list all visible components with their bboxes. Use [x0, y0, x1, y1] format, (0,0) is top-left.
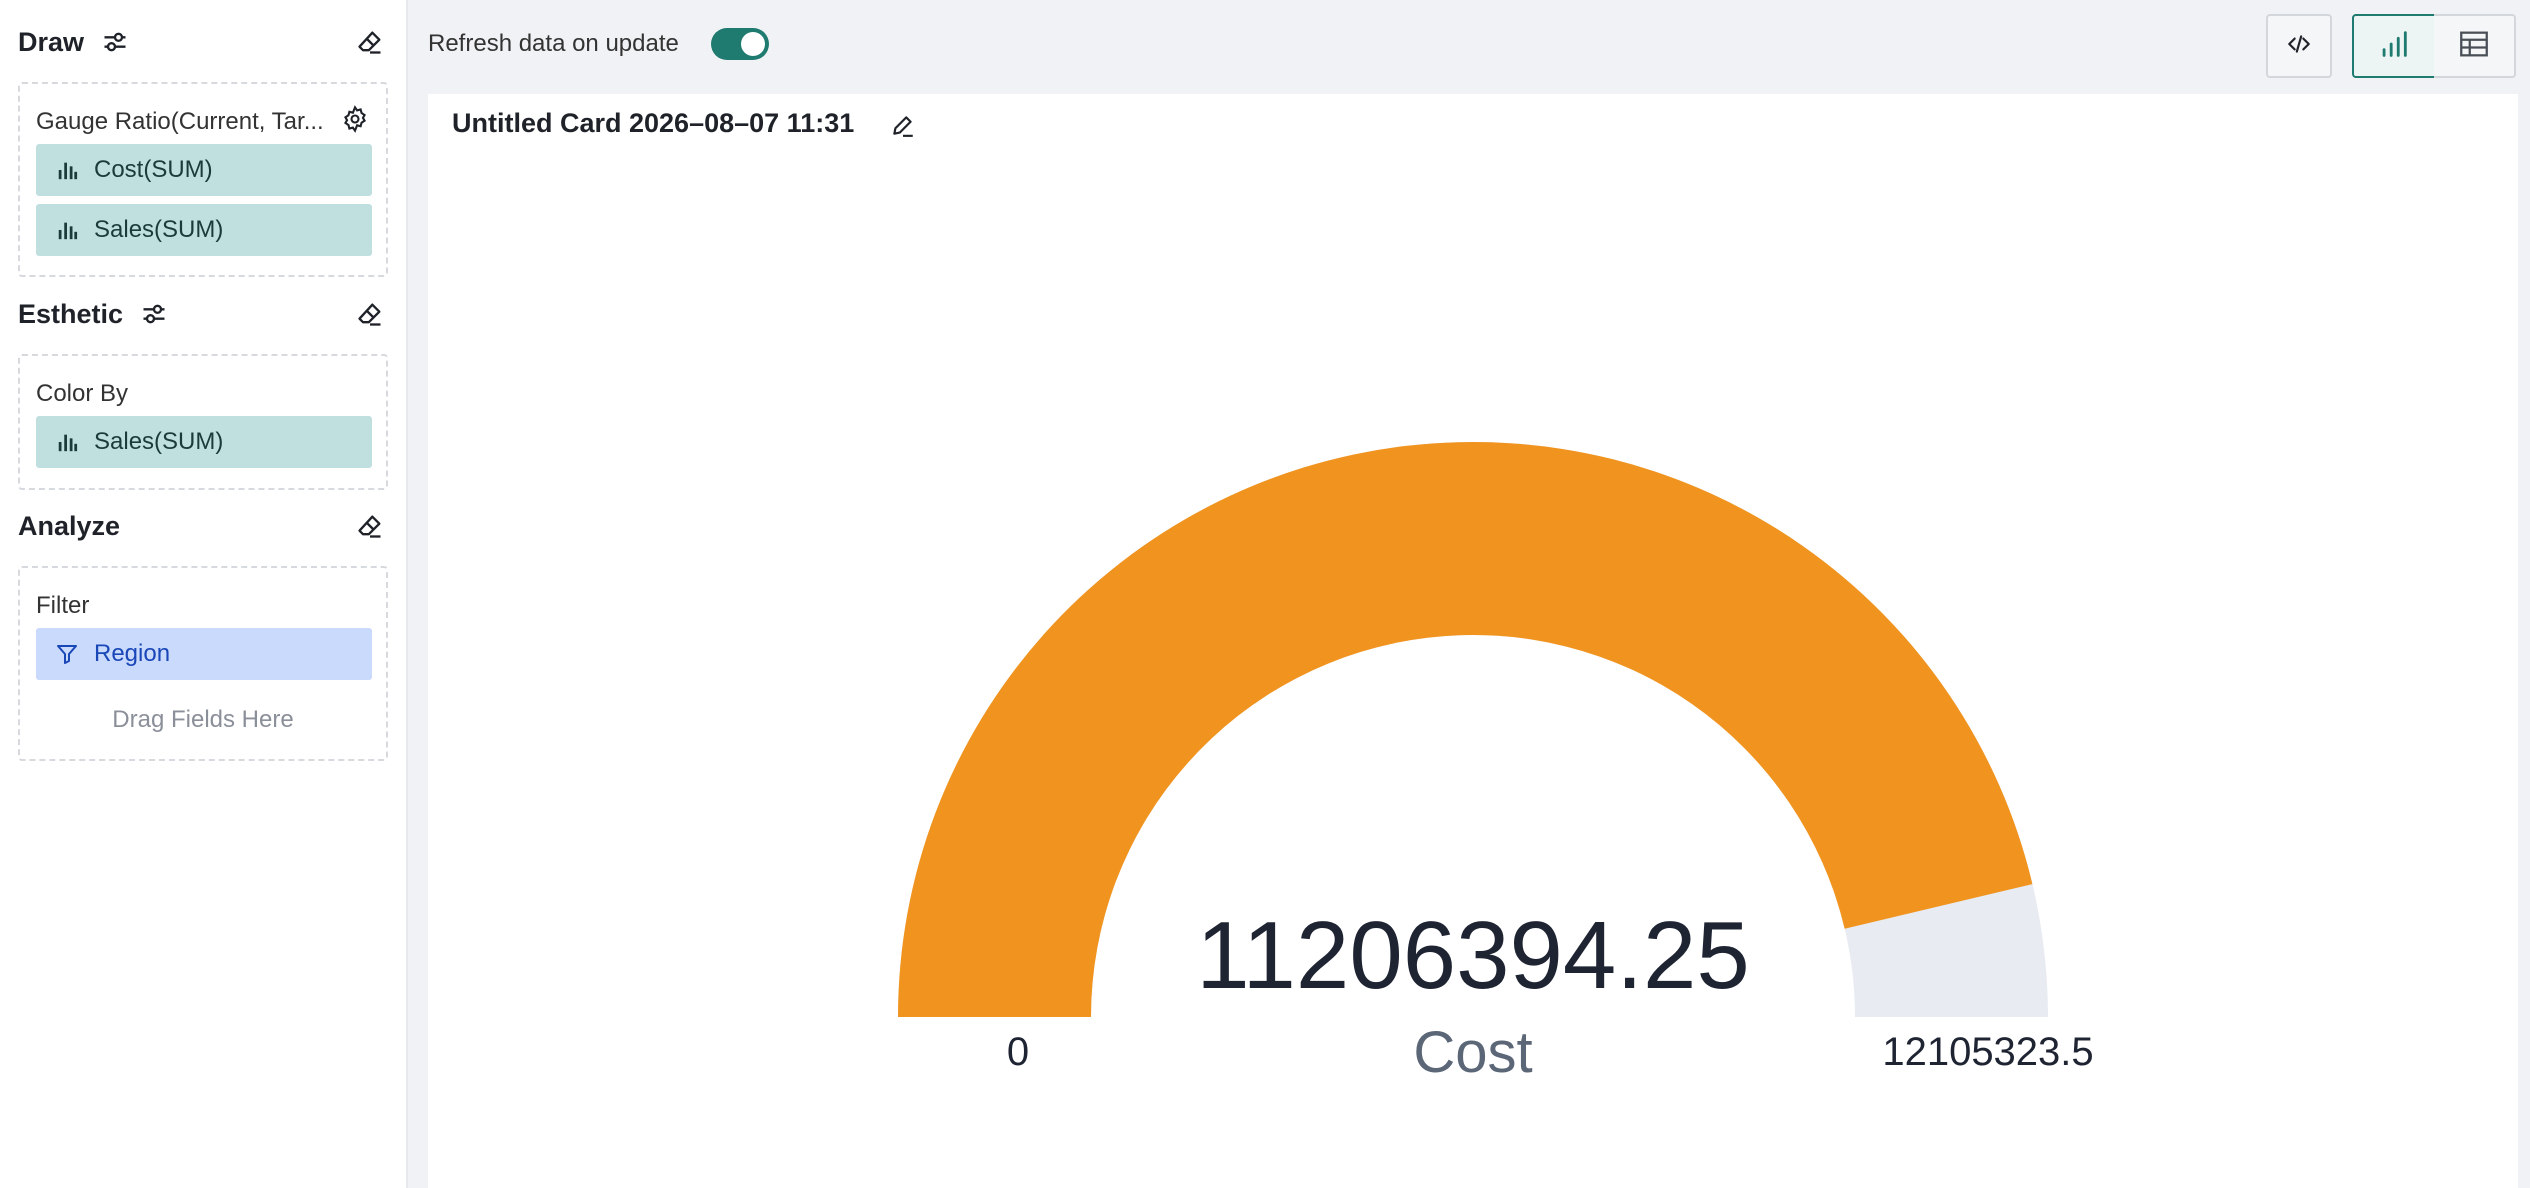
draw-section-header: Draw: [18, 20, 390, 64]
code-view-button[interactable]: [2266, 14, 2332, 78]
gauge-min-label: 0: [1006, 1030, 1030, 1074]
esthetic-section-title: Esthetic: [18, 298, 124, 329]
gauge-value: 11206394.25: [1196, 902, 1750, 1009]
field-pill-sales[interactable]: Sales(SUM): [36, 416, 372, 468]
draw-section-title: Draw: [18, 26, 85, 57]
sliders-icon[interactable]: [100, 27, 130, 57]
field-pill-sales[interactable]: Sales(SUM): [36, 204, 372, 256]
filter-icon: [54, 641, 80, 667]
toggle-knob: [741, 32, 765, 56]
color-by-label: Color By: [36, 380, 129, 407]
code-icon: [2286, 31, 2312, 62]
esthetic-section-header: Esthetic: [18, 292, 390, 336]
chart-card: Untitled Card 2026–08–07 11:31 11206394.…: [428, 94, 2518, 1188]
bar-chart-icon: [2377, 27, 2411, 66]
analyze-section-title: Analyze: [18, 510, 121, 541]
filter-label: Filter: [36, 592, 90, 619]
field-panel: Draw Gauge Ratio(Current, Tar... Cost(SU…: [0, 0, 408, 1188]
gauge-label: Cost: [1413, 1020, 1533, 1085]
filter-pill-region[interactable]: Region: [36, 628, 372, 680]
eraser-icon[interactable]: [354, 26, 386, 58]
bar-chart-icon: [54, 217, 80, 243]
gauge-max-label: 12105323.5: [1882, 1030, 2094, 1074]
analyze-dropzone[interactable]: Filter Region Drag Fields Here: [18, 566, 388, 761]
eraser-icon[interactable]: [354, 510, 386, 542]
gear-icon[interactable]: [340, 104, 370, 134]
field-pill-label: Sales(SUM): [94, 216, 224, 243]
draw-dropzone[interactable]: Gauge Ratio(Current, Tar... Cost(SUM) Sa…: [18, 82, 388, 277]
bar-chart-icon: [54, 429, 80, 455]
eraser-icon[interactable]: [354, 298, 386, 330]
analyze-section-header: Analyze: [18, 504, 390, 548]
field-pill-cost[interactable]: Cost(SUM): [36, 144, 372, 196]
field-pill-label: Sales(SUM): [94, 428, 224, 455]
top-toolbar: Refresh data on update: [408, 0, 2530, 92]
chart-view-button[interactable]: [2352, 14, 2436, 78]
field-pill-label: Cost(SUM): [94, 156, 213, 183]
esthetic-dropzone[interactable]: Color By Sales(SUM): [18, 354, 388, 490]
drag-fields-hint: Drag Fields Here: [112, 706, 294, 733]
gauge-ratio-label: Gauge Ratio(Current, Tar...: [36, 108, 324, 135]
filter-pill-label: Region: [94, 640, 171, 667]
sliders-icon[interactable]: [139, 299, 169, 329]
table-view-button[interactable]: [2434, 14, 2516, 78]
table-icon: [2457, 27, 2491, 66]
refresh-toggle[interactable]: [711, 28, 769, 60]
refresh-label: Refresh data on update: [428, 30, 679, 57]
bar-chart-icon: [54, 157, 80, 183]
